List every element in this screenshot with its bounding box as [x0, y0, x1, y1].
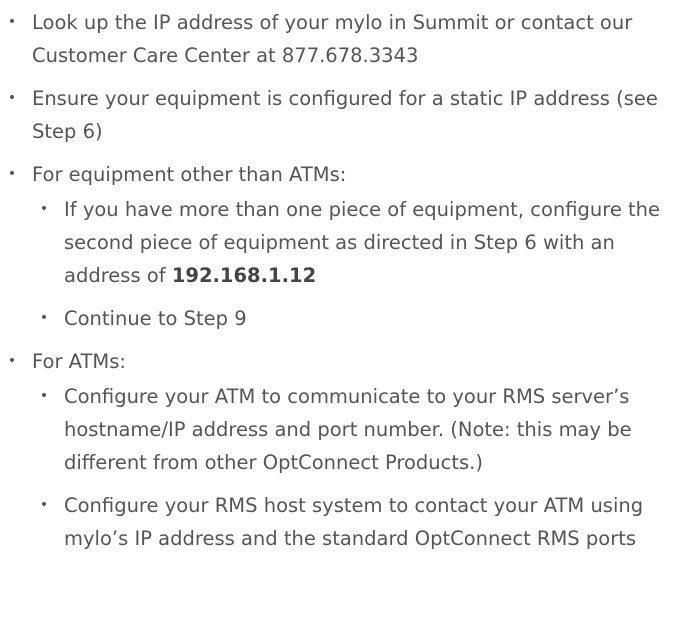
sub-list-item-text: Continue to Step 9 — [64, 307, 247, 330]
bullet-icon: • — [7, 353, 17, 369]
sub-list: • Configure your ATM to communicate to y… — [32, 380, 675, 555]
sub-list-item: • Configure your RMS host system to cont… — [32, 489, 675, 555]
sub-list: • If you have more than one piece of equ… — [32, 193, 675, 335]
instructions-document: • Look up the IP address of your mylo in… — [0, 0, 675, 638]
list-item-text: Look up the IP address of your mylo in S… — [32, 11, 633, 67]
bullet-icon: • — [39, 310, 49, 326]
ip-address-emphasis: 192.168.1.12 — [171, 264, 317, 287]
sub-list-item-text: Configure your ATM to communicate to you… — [64, 385, 632, 474]
list-item-text: For equipment other than ATMs: — [32, 163, 347, 186]
bullet-icon: • — [39, 201, 49, 217]
list-item: • Look up the IP address of your mylo in… — [0, 6, 675, 72]
sub-list-item-text: If you have more than one piece of equip… — [64, 198, 661, 287]
list-item-text: For ATMs: — [32, 350, 126, 373]
sub-list-item: • Continue to Step 9 — [32, 302, 675, 335]
list-item: • Ensure your equipment is configured fo… — [0, 82, 675, 148]
sub-list-item: • If you have more than one piece of equ… — [32, 193, 675, 292]
instruction-list: • Look up the IP address of your mylo in… — [0, 6, 675, 555]
bullet-icon: • — [7, 14, 17, 30]
list-item-text: Ensure your equipment is configured for … — [32, 87, 658, 143]
sub-list-item-text: Configure your RMS host system to contac… — [64, 494, 644, 550]
bullet-icon: • — [39, 497, 49, 513]
bullet-icon: • — [39, 388, 49, 404]
bullet-icon: • — [7, 90, 17, 106]
bullet-icon: • — [7, 166, 17, 182]
list-item: • For equipment other than ATMs: • If yo… — [0, 158, 675, 335]
sub-list-item: • Configure your ATM to communicate to y… — [32, 380, 675, 479]
list-item: • For ATMs: • Configure your ATM to comm… — [0, 345, 675, 555]
